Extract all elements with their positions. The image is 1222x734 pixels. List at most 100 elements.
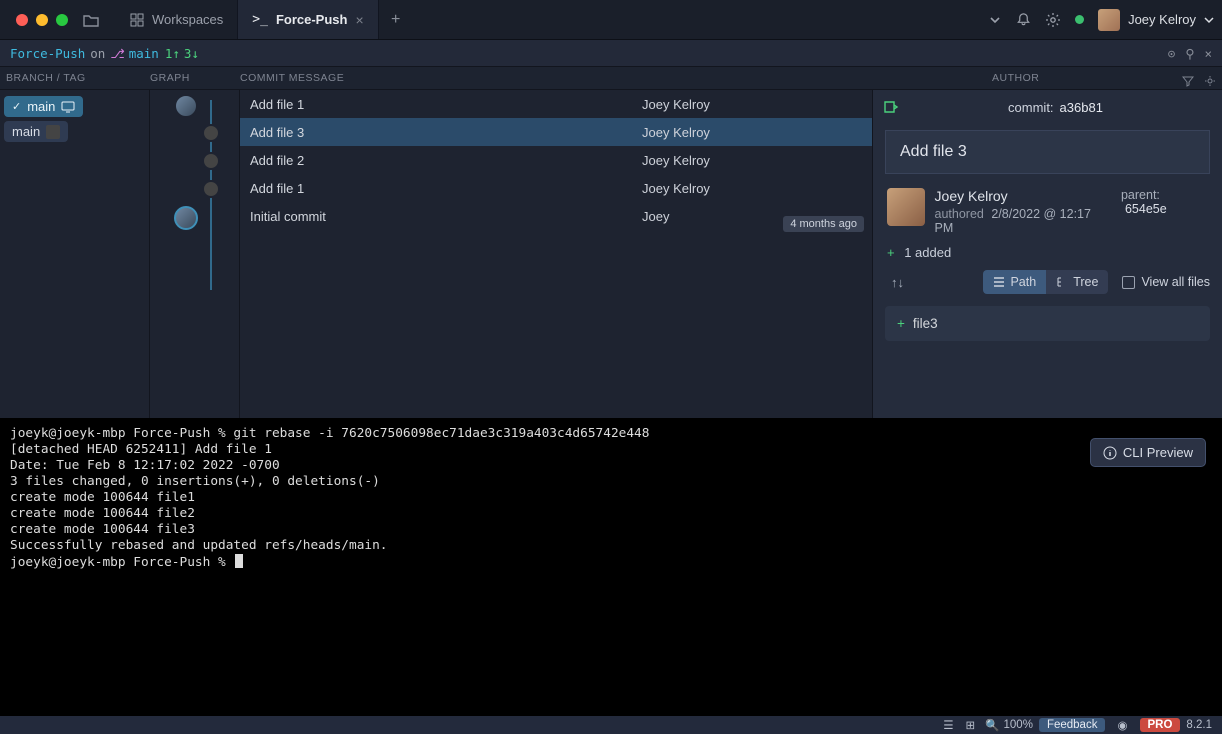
terminal-line: [detached HEAD 6252411] Add file 1: [10, 442, 1212, 458]
terminal-line: joeyk@joeyk-mbp Force-Push % git rebase …: [10, 426, 1212, 442]
commit-message: Add file 1: [250, 181, 642, 196]
file-name: file3: [913, 316, 938, 331]
columns-settings-icon[interactable]: [1204, 75, 1216, 87]
sort-icon[interactable]: ↑↓: [885, 275, 910, 290]
user-menu[interactable]: Joey Kelroy: [1098, 9, 1214, 31]
zoom-icon[interactable]: 🔍: [985, 718, 999, 732]
repo-info-bar: Force-Push on ⎇ main 1↑ 3↓ ⊙ ⚲ ×: [0, 40, 1222, 66]
commit-author: Joey Kelroy: [642, 181, 872, 196]
branch-name: main: [129, 46, 159, 61]
tabs: Workspaces >_ Force-Push × +: [116, 0, 413, 39]
changed-file-row[interactable]: + file3: [885, 306, 1210, 341]
repo-tab[interactable]: >_ Force-Push ×: [238, 0, 378, 39]
view-all-files-toggle[interactable]: View all files: [1122, 275, 1210, 289]
local-branch-chip[interactable]: ✓ main: [4, 96, 83, 117]
graph-node[interactable]: [174, 206, 198, 230]
minimize-window[interactable]: [36, 14, 48, 26]
gear-icon[interactable]: [1045, 12, 1061, 28]
chevron-down-icon[interactable]: [988, 13, 1002, 27]
commit-row[interactable]: Add file 2Joey Kelroy: [240, 146, 872, 174]
commit-row[interactable]: Add file 1Joey Kelroy: [240, 174, 872, 202]
commit-message: Add file 1: [250, 97, 642, 112]
feedback-button[interactable]: Feedback: [1039, 718, 1106, 732]
bell-icon[interactable]: [1016, 12, 1031, 27]
maximize-window[interactable]: [56, 14, 68, 26]
author-name: Joey Kelroy: [935, 188, 1111, 204]
pin-icon[interactable]: ⚲: [1185, 46, 1194, 61]
commit-row[interactable]: Initial commitJoey: [240, 202, 872, 230]
changes-text: 1 added: [904, 245, 951, 260]
commit-author: Joey Kelroy: [642, 153, 872, 168]
parent-label: parent:: [1121, 188, 1160, 202]
close-tab-icon[interactable]: ×: [355, 12, 363, 28]
col-graph: GRAPH: [150, 72, 240, 84]
workspaces-tab[interactable]: Workspaces: [116, 0, 238, 39]
open-folder-icon[interactable]: [76, 5, 106, 35]
remote-branch-chip[interactable]: main: [4, 121, 68, 142]
list-icon[interactable]: ☰: [943, 718, 953, 732]
terminal-cursor: [235, 554, 243, 568]
remote-branch-name: main: [12, 124, 40, 139]
author-avatar: [887, 188, 925, 226]
graph-column: [150, 90, 240, 420]
filter-icon[interactable]: [1182, 75, 1194, 87]
changes-summary: + 1 added: [873, 235, 1222, 264]
repo-tab-label: Force-Push: [276, 12, 348, 27]
status-indicator: [1075, 15, 1084, 24]
col-message: COMMIT MESSAGE: [240, 72, 992, 84]
commit-message: Initial commit: [250, 209, 642, 224]
monitor-icon: [61, 101, 75, 113]
commit-row[interactable]: Add file 3Joey Kelroy: [240, 118, 872, 146]
commit-author: Joey Kelroy: [642, 125, 872, 140]
commit-nav-icon[interactable]: ⊙: [1168, 46, 1176, 61]
col-branch: BRANCH / TAG: [0, 72, 150, 84]
close-window[interactable]: [16, 14, 28, 26]
list-icon: [993, 277, 1005, 287]
commit-message: Add file 2: [250, 153, 642, 168]
gift-icon[interactable]: ⊞: [966, 718, 976, 732]
caret-down-icon: [1204, 15, 1214, 25]
terminal-line: create mode 100644 file3: [10, 522, 1212, 538]
titlebar-right: Joey Kelroy: [988, 9, 1214, 31]
view-toggle: Path Tree: [983, 270, 1108, 294]
behind-count: 3↓: [184, 46, 199, 61]
terminal-panel[interactable]: joeyk@joeyk-mbp Force-Push % git rebase …: [0, 418, 1222, 716]
info-icon: [1103, 446, 1117, 460]
commit-action-icon[interactable]: [883, 100, 899, 114]
commit-title: Add file 3: [885, 130, 1210, 174]
graph-node[interactable]: [174, 94, 198, 118]
terminal-line: create mode 100644 file1: [10, 490, 1212, 506]
commit-list: Add file 1Joey KelroyAdd file 3Joey Kelr…: [240, 90, 872, 420]
terminal-line: Successfully rebased and updated refs/he…: [10, 538, 1212, 554]
repo-name: Force-Push: [10, 46, 85, 61]
terminal-icon: >_: [252, 12, 268, 27]
terminal-line: Date: Tue Feb 8 12:17:02 2022 -0700: [10, 458, 1212, 474]
relative-time-badge: 4 months ago: [783, 216, 864, 232]
commit-row[interactable]: Add file 1Joey Kelroy: [240, 90, 872, 118]
avatar: [1098, 9, 1120, 31]
checkmark-icon: ✓: [12, 100, 21, 113]
plus-icon: +: [887, 245, 895, 260]
sync-icon[interactable]: ◉: [1117, 718, 1127, 732]
cli-preview-button[interactable]: CLI Preview: [1090, 438, 1206, 467]
new-tab-button[interactable]: +: [379, 11, 413, 29]
commit-label: commit:: [1008, 100, 1054, 115]
parent-sha: 654e5e: [1125, 202, 1167, 216]
commit-author: Joey Kelroy: [642, 97, 872, 112]
commit-sha: a36b81: [1060, 100, 1103, 115]
checkbox-icon: [1122, 276, 1135, 289]
commit-detail-panel: commit: a36b81 Add file 3 Joey Kelroy au…: [872, 90, 1222, 420]
graph-node[interactable]: [202, 152, 220, 170]
pro-badge: PRO: [1140, 718, 1181, 732]
branches-sidebar: ✓ main main: [0, 90, 150, 420]
column-headers: BRANCH / TAG GRAPH COMMIT MESSAGE AUTHOR: [0, 66, 1222, 90]
tree-view-button[interactable]: Tree: [1046, 270, 1108, 294]
graph-node[interactable]: [202, 180, 220, 198]
graph-node[interactable]: [202, 124, 220, 142]
authored-label: authored: [935, 207, 984, 221]
tree-icon: [1056, 276, 1068, 288]
close-panel-icon[interactable]: ×: [1204, 46, 1212, 61]
remote-avatar-icon: [46, 125, 60, 139]
path-view-button[interactable]: Path: [983, 270, 1046, 294]
commit-message: Add file 3: [250, 125, 642, 140]
